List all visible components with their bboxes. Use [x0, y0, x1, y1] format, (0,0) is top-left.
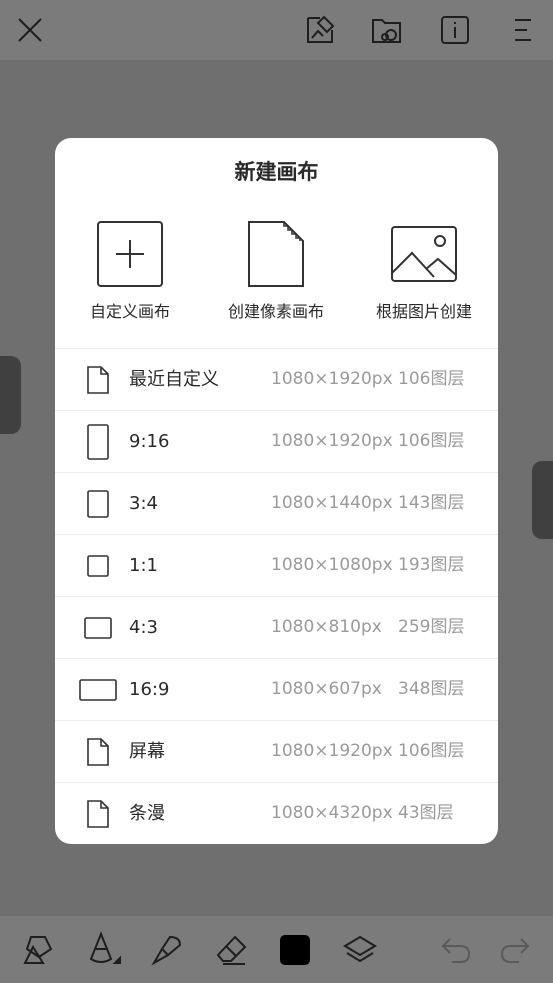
- dialog-title: 新建画布: [234, 160, 319, 184]
- preset-layers: 106图层: [398, 431, 465, 451]
- pixel-document-icon: [248, 221, 304, 287]
- document-icon: [87, 737, 109, 766]
- image-icon: [391, 226, 457, 282]
- pixel-canvas-option[interactable]: 创建像素画布: [201, 220, 351, 321]
- info-icon[interactable]: [437, 12, 473, 48]
- pixel-canvas-label: 创建像素画布: [227, 302, 324, 321]
- bottom-toolbar: [0, 916, 553, 983]
- pencil-icon[interactable]: [82, 930, 122, 970]
- custom-canvas-label: 自定义画布: [89, 302, 170, 321]
- preset-size: 1080×1920px: [271, 741, 393, 761]
- new-canvas-dialog: 新建画布 自定义画布 创建像素画布 根据图片创建 最近自定义 1080×1920…: [55, 138, 498, 844]
- top-toolbar: [0, 0, 553, 60]
- preset-row-3-4[interactable]: 3:4 1080×1440px 143图层: [55, 472, 498, 534]
- undo-icon[interactable]: [436, 930, 476, 970]
- from-image-label: 根据图片创建: [375, 302, 472, 321]
- shapes-icon[interactable]: [18, 930, 58, 970]
- redo-icon[interactable]: [495, 930, 535, 970]
- preset-name: 16:9: [129, 679, 170, 700]
- preset-size: 1080×1440px: [271, 493, 393, 513]
- preset-size: 1080×607px: [271, 679, 382, 699]
- ratio-4-3-icon: [84, 616, 112, 639]
- ratio-9-16-icon: [87, 423, 109, 460]
- preset-row-screen[interactable]: 屏幕 1080×1920px 106图层: [55, 720, 498, 782]
- folder-cloud-icon[interactable]: [369, 12, 405, 48]
- preset-row-16-9[interactable]: 16:9 1080×607px 348图层: [55, 658, 498, 720]
- preset-layers: 348图层: [398, 679, 465, 699]
- preset-name: 1:1: [129, 555, 158, 576]
- brush-icon[interactable]: [147, 930, 187, 970]
- preset-size: 1080×1920px: [271, 369, 393, 389]
- preset-row-9-16[interactable]: 9:16 1080×1920px 106图层: [55, 410, 498, 472]
- preset-size: 1080×810px: [271, 617, 382, 637]
- preset-name: 最近自定义: [129, 369, 219, 390]
- menu-icon[interactable]: [505, 12, 541, 48]
- preset-name: 9:16: [129, 431, 170, 452]
- preset-layers: 106图层: [398, 369, 465, 389]
- layers-icon[interactable]: [340, 930, 380, 970]
- color-swatch-icon[interactable]: [275, 930, 315, 970]
- document-icon: [87, 799, 109, 828]
- preset-size: 1080×1080px: [271, 555, 393, 575]
- preset-name: 屏幕: [129, 741, 165, 762]
- gallery-icon[interactable]: [302, 12, 338, 48]
- preset-row-recent-custom[interactable]: 最近自定义 1080×1920px 106图层: [55, 348, 498, 410]
- preset-row-4-3[interactable]: 4:3 1080×810px 259图层: [55, 596, 498, 658]
- custom-canvas-option[interactable]: 自定义画布: [55, 220, 205, 321]
- document-icon: [87, 365, 109, 394]
- preset-name: 条漫: [129, 803, 165, 824]
- close-icon[interactable]: [12, 12, 48, 48]
- preset-row-comic-strip[interactable]: 条漫 1080×4320px 43图层: [55, 782, 498, 844]
- preset-layers: 193图层: [398, 555, 465, 575]
- preset-layers: 259图层: [398, 617, 465, 637]
- left-slider-handle[interactable]: [0, 356, 21, 434]
- preset-layers: 43图层: [398, 803, 454, 823]
- plus-square-icon: [97, 221, 163, 287]
- preset-name: 3:4: [129, 493, 158, 514]
- from-image-option[interactable]: 根据图片创建: [349, 220, 498, 321]
- ratio-16-9-icon: [79, 678, 117, 701]
- preset-size: 1080×4320px: [271, 803, 393, 823]
- preset-layers: 143图层: [398, 493, 465, 513]
- eraser-icon[interactable]: [212, 930, 252, 970]
- ratio-3-4-icon: [87, 489, 109, 518]
- right-slider-handle[interactable]: [532, 461, 553, 539]
- preset-list: 最近自定义 1080×1920px 106图层 9:16 1080×1920px…: [55, 348, 498, 844]
- preset-size: 1080×1920px: [271, 431, 393, 451]
- preset-row-1-1[interactable]: 1:1 1080×1080px 193图层: [55, 534, 498, 596]
- preset-name: 4:3: [129, 617, 158, 638]
- preset-layers: 106图层: [398, 741, 465, 761]
- ratio-1-1-icon: [87, 554, 109, 577]
